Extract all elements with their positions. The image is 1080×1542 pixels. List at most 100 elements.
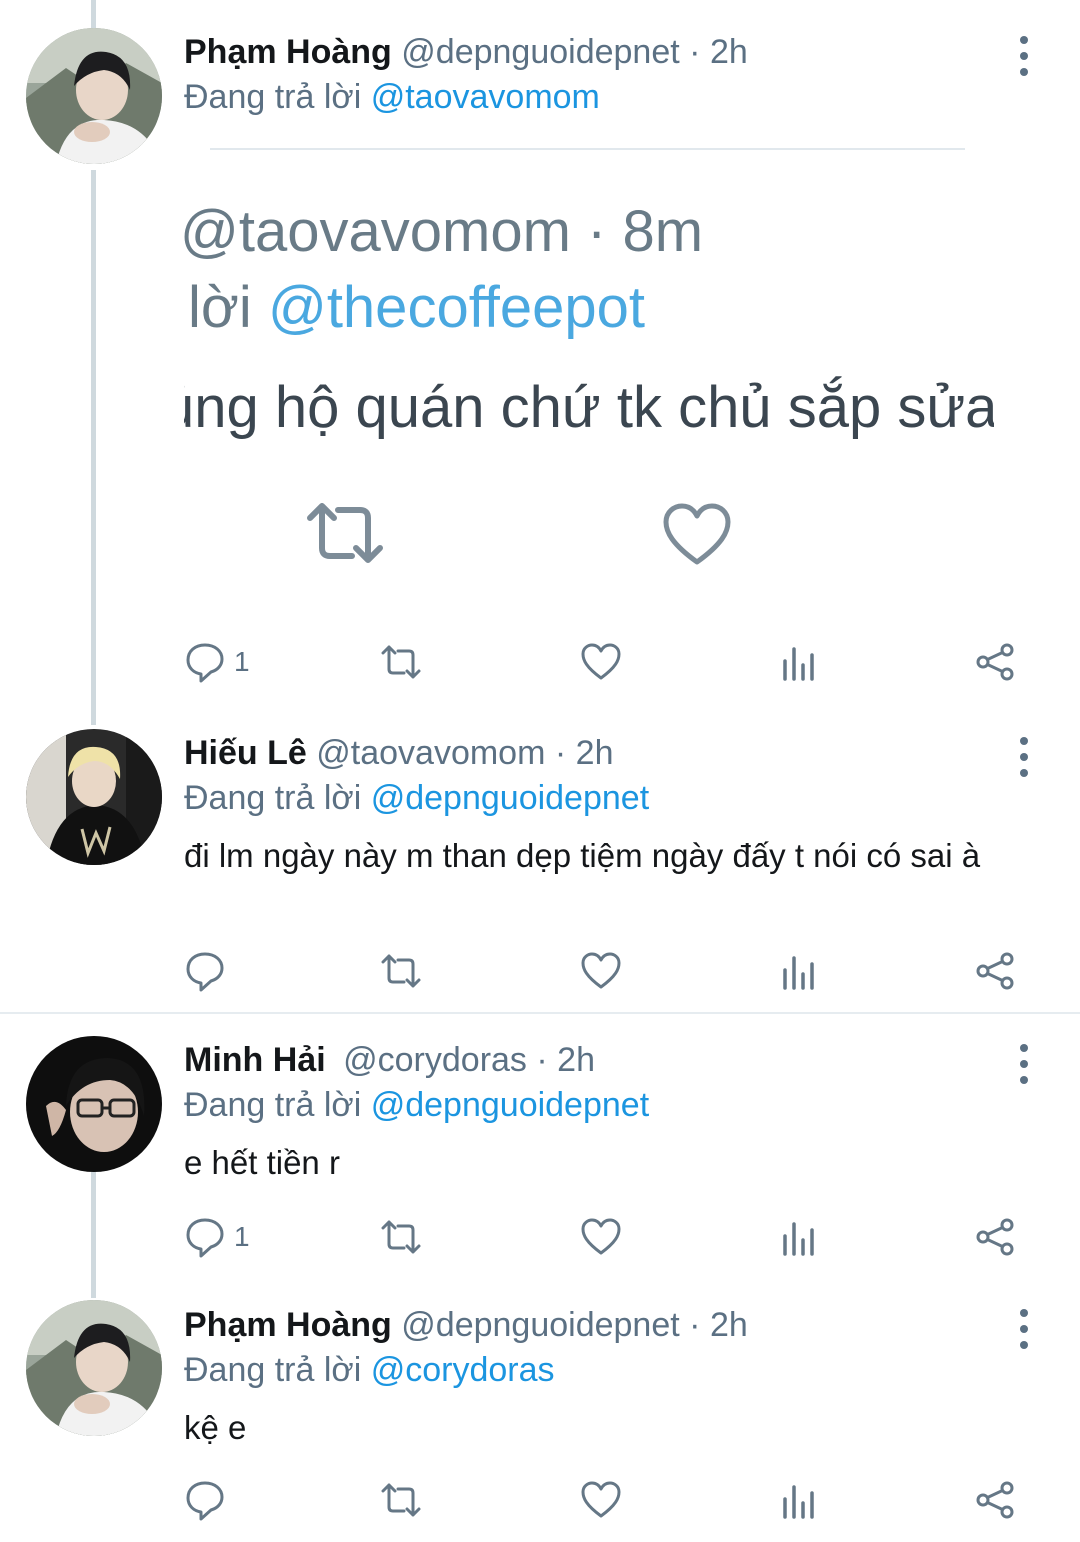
share-icon — [976, 952, 1014, 990]
tweet-actions: 1 — [184, 637, 1044, 687]
tweet-actions — [184, 946, 1044, 996]
timestamp[interactable]: 2h — [710, 1306, 748, 1344]
tweet[interactable]: Hiếu Lê @taovavomom · 2h Đang trả lời @d… — [0, 710, 1080, 1012]
tweet-divider — [0, 1012, 1080, 1014]
share-icon — [976, 643, 1014, 681]
reply-count: 1 — [234, 646, 250, 677]
avatar[interactable] — [26, 1036, 162, 1172]
avatar[interactable] — [26, 729, 162, 865]
tweet[interactable]: Phạm Hoàng @depnguoidepnet · 2h Đang trả… — [0, 1281, 1080, 1542]
tweet[interactable]: Minh Hải @corydoras · 2h Đang trả lời @d… — [0, 1016, 1080, 1281]
reply-icon — [186, 1218, 224, 1258]
replying-to-prefix: Đang trả lời — [184, 779, 362, 817]
embedded-image[interactable]: @taovavomom · 8m lời @thecoffeepot ủng h… — [184, 148, 994, 588]
timestamp[interactable]: 2h — [557, 1041, 595, 1079]
author-handle[interactable]: @corydoras — [343, 1041, 527, 1079]
share-button[interactable] — [974, 1475, 1016, 1525]
heart-icon — [663, 503, 731, 565]
author-handle[interactable]: @depnguoidepnet — [401, 1306, 679, 1344]
like-icon — [581, 952, 621, 989]
replying-to-prefix: Đang trả lời — [184, 78, 362, 116]
like-button[interactable] — [580, 637, 622, 687]
replying-to-prefix: Đang trả lời — [184, 1086, 362, 1124]
separator-dot: · — [554, 734, 567, 772]
like-icon — [581, 643, 621, 680]
timestamp[interactable]: 2h — [576, 734, 614, 772]
analytics-button[interactable] — [778, 637, 820, 687]
avatar-photo — [26, 28, 162, 164]
replying-to: Đang trả lời @depnguoidepnet — [184, 778, 649, 818]
replying-to-prefix: Đang trả lời — [184, 1351, 362, 1389]
like-button[interactable] — [580, 1212, 622, 1262]
replying-to: Đang trả lời @corydoras — [184, 1350, 555, 1390]
avatar-photo — [26, 1300, 162, 1436]
reply-icon — [186, 952, 224, 992]
retweet-icon — [381, 1220, 421, 1254]
reply-mention-link[interactable]: @depnguoidepnet — [371, 1086, 649, 1124]
reply-mention-link[interactable]: @corydoras — [371, 1351, 555, 1389]
tweet-header: Phạm Hoàng @depnguoidepnet · 2h — [184, 32, 748, 72]
separator-dot: · — [689, 33, 701, 71]
retweet-icon — [381, 954, 421, 988]
separator-dot: · — [689, 1306, 701, 1344]
author-name[interactable]: Minh Hải — [184, 1041, 326, 1079]
tweet-header: Hiếu Lê @taovavomom · 2h — [184, 733, 613, 773]
author-name[interactable]: Phạm Hoàng — [184, 33, 392, 71]
separator-dot: · — [536, 1041, 548, 1079]
author-name[interactable]: Phạm Hoàng — [184, 1306, 392, 1344]
tweet[interactable]: Phạm Hoàng @depnguoidepnet · 2h Đang trả… — [0, 0, 1080, 710]
like-icon — [581, 1218, 621, 1255]
analytics-button[interactable] — [778, 946, 820, 996]
retweet-button[interactable] — [380, 946, 422, 996]
embed-mention: @thecoffeepot — [267, 275, 646, 340]
embed-divider — [210, 148, 965, 150]
analytics-icon — [783, 1222, 814, 1256]
tweet-actions: 1 — [184, 1212, 1044, 1262]
like-icon — [581, 1481, 621, 1518]
author-handle[interactable]: @taovavomom — [316, 734, 545, 772]
more-options-icon[interactable] — [1012, 36, 1036, 76]
reply-button[interactable] — [184, 946, 234, 996]
reply-button[interactable]: 1 — [184, 1212, 250, 1262]
analytics-button[interactable] — [778, 1475, 820, 1525]
analytics-icon — [783, 1485, 814, 1519]
embed-handle-line: @taovavomom · 8m — [184, 199, 704, 264]
avatar-photo — [26, 1036, 162, 1172]
retweet-button[interactable] — [380, 1475, 422, 1525]
tweet-actions — [184, 1475, 1044, 1525]
embed-reply-line: lời @thecoffeepot — [188, 276, 645, 340]
author-handle[interactable]: @depnguoidepnet — [401, 33, 679, 71]
retweet-icon — [381, 645, 421, 679]
analytics-button[interactable] — [778, 1212, 820, 1262]
more-options-icon[interactable] — [1012, 737, 1036, 777]
share-button[interactable] — [974, 946, 1016, 996]
avatar[interactable] — [26, 28, 162, 164]
tweet-header: Phạm Hoàng @depnguoidepnet · 2h — [184, 1305, 748, 1345]
tweet-text: e hết tiền r — [184, 1144, 340, 1181]
reply-mention-link[interactable]: @taovavomom — [371, 78, 600, 116]
share-button[interactable] — [974, 637, 1016, 687]
replying-to: Đang trả lời @depnguoidepnet — [184, 1085, 649, 1125]
like-button[interactable] — [580, 946, 622, 996]
reply-button[interactable]: 1 — [184, 637, 250, 687]
more-options-icon[interactable] — [1012, 1044, 1036, 1084]
avatar[interactable] — [26, 1300, 162, 1436]
retweet-icon — [381, 1483, 421, 1517]
reply-button[interactable] — [184, 1475, 234, 1525]
more-options-icon[interactable] — [1012, 1309, 1036, 1349]
reply-icon — [186, 1481, 224, 1521]
share-button[interactable] — [974, 1212, 1016, 1262]
like-button[interactable] — [580, 1475, 622, 1525]
retweet-button[interactable] — [380, 637, 422, 687]
analytics-icon — [783, 956, 814, 990]
timestamp[interactable]: 2h — [710, 33, 748, 71]
reply-mention-link[interactable]: @depnguoidepnet — [371, 779, 649, 817]
embed-reply-prefix: lời — [188, 275, 252, 340]
retweet-button[interactable] — [380, 1212, 422, 1262]
reply-count: 1 — [234, 1221, 250, 1252]
avatar-photo — [26, 729, 162, 865]
author-name[interactable]: Hiếu Lê — [184, 734, 307, 772]
analytics-icon — [783, 647, 814, 681]
replying-to: Đang trả lời @taovavomom — [184, 77, 600, 117]
tweet-header: Minh Hải @corydoras · 2h — [184, 1040, 595, 1080]
